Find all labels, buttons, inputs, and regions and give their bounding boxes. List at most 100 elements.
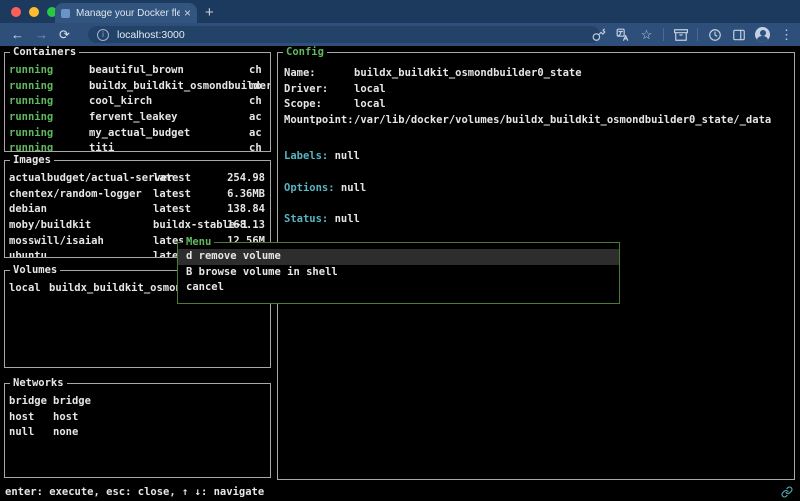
container-name: cool_kirch [89, 94, 152, 110]
network-driver: host [53, 410, 78, 426]
password-key-icon[interactable] [591, 27, 606, 42]
container-name: my_actual_budget [89, 126, 190, 142]
image-row[interactable]: actualbudget/actual-server latest 254.98 [5, 171, 270, 187]
container-state: running [9, 79, 53, 95]
tab-title: Manage your Docker fleet wi [76, 8, 180, 19]
config-options-row: Options: null [284, 182, 366, 194]
config-field-label: Driver: [284, 82, 328, 98]
menu-item-cancel[interactable]: cancel [178, 280, 619, 296]
container-state: running [9, 94, 53, 110]
image-name: actualbudget/actual-server [9, 171, 173, 187]
config-status-row: Status: null [284, 213, 360, 225]
tab-bar: Manage your Docker fleet wi × + [0, 0, 800, 23]
network-name: host [9, 410, 34, 426]
menu-item-remove-volume[interactable]: d remove volume [178, 249, 619, 265]
network-name: bridge [9, 394, 47, 410]
image-size: 168.13 [227, 218, 265, 234]
config-field-value: local [354, 82, 386, 98]
browser-tab[interactable]: Manage your Docker fleet wi × [55, 3, 197, 23]
config-field-label: Mountpoint: [284, 113, 354, 129]
extensions-box-icon[interactable] [673, 27, 688, 42]
image-row[interactable]: moby/buildkit buildx-stable-1 168.13 [5, 218, 270, 234]
status-bar-hints: enter: execute, esc: close, ↑ ↓: navigat… [5, 486, 264, 498]
translate-icon[interactable] [615, 27, 630, 42]
network-row[interactable]: null none [5, 425, 270, 441]
container-image: ch [249, 94, 262, 110]
container-name: fervent_leakey [89, 110, 178, 126]
container-image: mo [249, 79, 262, 95]
container-name: beautiful_brown [89, 63, 184, 79]
menu-item-browse-volume[interactable]: B browse volume in shell [178, 265, 619, 281]
image-size: 138.84 [227, 202, 265, 218]
container-row[interactable]: running my_actual_budget ac [5, 126, 270, 142]
config-field-label: Scope: [284, 97, 322, 113]
image-tag: latest [153, 202, 191, 218]
history-clock-icon[interactable] [707, 27, 722, 42]
config-field-label: Labels: [284, 150, 328, 162]
config-field-value: null [341, 182, 366, 194]
network-row[interactable]: host host [5, 410, 270, 426]
container-image: ac [249, 126, 262, 142]
image-name: ubuntu [9, 249, 47, 257]
config-field-value: buildx_buildkit_osmondbuilder0_state [354, 66, 582, 82]
image-size: 6.36MB [227, 187, 265, 203]
volume-driver: local [9, 281, 41, 297]
network-driver: bridge [53, 394, 91, 410]
browser-chrome: Manage your Docker fleet wi × + ← → ⟳ i … [0, 0, 800, 46]
config-field-value: local [354, 97, 386, 113]
config-field-label: Status: [284, 213, 328, 225]
image-name: debian [9, 202, 47, 218]
image-name: chentex/random-logger [9, 187, 142, 203]
more-menu-icon[interactable]: ⋮ [779, 27, 794, 42]
url-text: localhost:3000 [117, 29, 185, 41]
config-field-value: /var/lib/docker/volumes/buildx_buildkit_… [354, 113, 771, 129]
container-image: ch [249, 63, 262, 79]
config-field-row: Driver: local [278, 82, 794, 98]
network-driver: none [53, 425, 78, 441]
reload-icon[interactable]: ⟳ [59, 23, 70, 46]
network-name: null [9, 425, 34, 441]
container-state: running [9, 141, 53, 151]
networks-panel: Networks bridge bridge host host null no… [4, 383, 271, 478]
forward-icon[interactable]: → [35, 23, 48, 46]
tab-close-icon[interactable]: × [184, 6, 191, 20]
image-name: mosswill/isaiah [9, 234, 104, 250]
config-field-row: Mountpoint: /var/lib/docker/volumes/buil… [278, 113, 794, 129]
address-bar[interactable]: i localhost:3000 [88, 26, 600, 43]
image-row[interactable]: debian latest 138.84 [5, 202, 270, 218]
bookmark-star-icon[interactable]: ☆ [639, 27, 654, 42]
config-field-value: null [335, 213, 360, 225]
image-tag: latest [153, 171, 191, 187]
container-state: running [9, 63, 53, 79]
profile-avatar[interactable] [755, 27, 770, 42]
network-row[interactable]: bridge bridge [5, 394, 270, 410]
container-row[interactable]: running fervent_leakey ac [5, 110, 270, 126]
minimize-window-button[interactable] [29, 7, 39, 17]
image-row[interactable]: chentex/random-logger latest 6.36MB [5, 187, 270, 203]
container-name: titi [89, 141, 114, 151]
side-panel-icon[interactable] [731, 27, 746, 42]
new-tab-button[interactable]: + [205, 3, 214, 23]
container-row[interactable]: running titi ch [5, 141, 270, 151]
context-menu: Menu d remove volume B browse volume in … [177, 242, 620, 304]
container-row[interactable]: running cool_kirch ch [5, 94, 270, 110]
container-name: buildx_buildkit_osmondbuilder0 [89, 79, 270, 95]
config-field-row: Name: buildx_buildkit_osmondbuilder0_sta… [278, 66, 794, 82]
site-info-icon[interactable]: i [97, 29, 109, 41]
config-field-label: Options: [284, 182, 335, 194]
container-image: ch [249, 141, 262, 151]
tab-favicon [61, 9, 70, 18]
toolbar-separator [697, 28, 698, 41]
window-controls [11, 7, 57, 17]
image-size: 254.98 [227, 171, 265, 187]
config-labels-row: Labels: null [284, 150, 360, 162]
docker-tui: Containers running beautiful_brown ch ru… [0, 46, 800, 501]
containers-panel: Containers running beautiful_brown ch ru… [4, 52, 271, 152]
container-row[interactable]: running beautiful_brown ch [5, 63, 270, 79]
back-icon[interactable]: ← [11, 23, 24, 46]
container-image: ac [249, 110, 262, 126]
container-row[interactable]: running buildx_buildkit_osmondbuilder0 m… [5, 79, 270, 95]
close-window-button[interactable] [11, 7, 21, 17]
link-icon [781, 486, 793, 498]
config-field-row: Scope: local [278, 97, 794, 113]
